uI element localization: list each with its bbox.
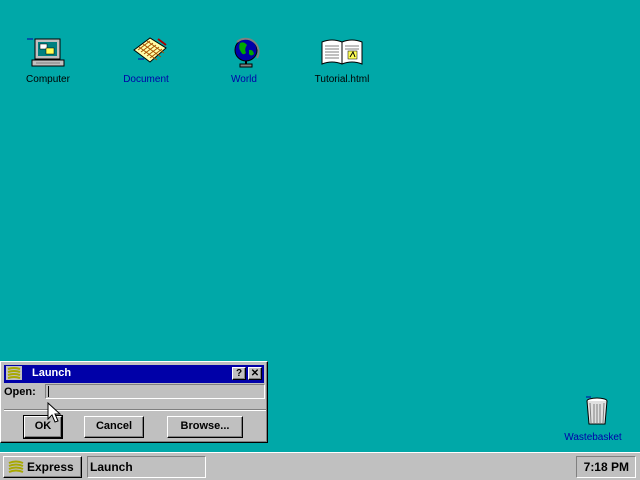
browse-button[interactable]: Browse... bbox=[167, 416, 243, 438]
text-caret bbox=[48, 386, 49, 397]
tutorial-label: Tutorial.html bbox=[314, 74, 370, 85]
taskbar-item-label: Launch bbox=[90, 460, 133, 474]
computer-label: Computer bbox=[26, 74, 70, 85]
world-desktop-icon[interactable]: World bbox=[204, 36, 284, 85]
launch-dialog: Launch ? ✕ Open: OK Cancel Browse... bbox=[0, 361, 268, 443]
computer-icon bbox=[27, 38, 65, 67]
computer-desktop-icon[interactable]: Computer bbox=[8, 36, 88, 85]
taskbar: Express Launch 7:18 PM bbox=[0, 452, 640, 480]
cancel-button[interactable]: Cancel bbox=[84, 416, 144, 438]
express-start-button[interactable]: Express bbox=[3, 456, 82, 478]
clock: 7:18 PM bbox=[576, 456, 636, 478]
trash-icon bbox=[586, 396, 608, 425]
open-input[interactable] bbox=[45, 384, 265, 399]
close-button[interactable]: ✕ bbox=[248, 367, 262, 380]
globe-icon bbox=[234, 37, 260, 68]
document-label: Document bbox=[123, 74, 169, 85]
taskbar-item-launch[interactable]: Launch bbox=[87, 456, 206, 478]
wastebasket-desktop-icon[interactable]: Wastebasket bbox=[553, 394, 633, 443]
wastebasket-label: Wastebasket bbox=[564, 432, 622, 443]
clock-time: 7:18 PM bbox=[583, 460, 629, 474]
dialog-titlebar[interactable]: Launch ? ✕ bbox=[4, 365, 264, 383]
document-desktop-icon[interactable]: Document bbox=[106, 36, 186, 85]
tutorial-desktop-icon[interactable]: Tutorial.html bbox=[302, 36, 382, 85]
dialog-title: Launch bbox=[32, 367, 72, 379]
start-label: Express bbox=[27, 460, 74, 474]
world-label: World bbox=[231, 74, 257, 85]
mouse-cursor-icon bbox=[47, 402, 62, 423]
dialog-separator bbox=[4, 409, 266, 411]
express-logo-icon bbox=[6, 366, 22, 380]
open-label: Open: bbox=[4, 386, 36, 398]
document-icon bbox=[133, 37, 167, 63]
express-logo-icon bbox=[8, 460, 24, 473]
book-icon bbox=[321, 39, 363, 65]
help-button[interactable]: ? bbox=[232, 367, 246, 380]
